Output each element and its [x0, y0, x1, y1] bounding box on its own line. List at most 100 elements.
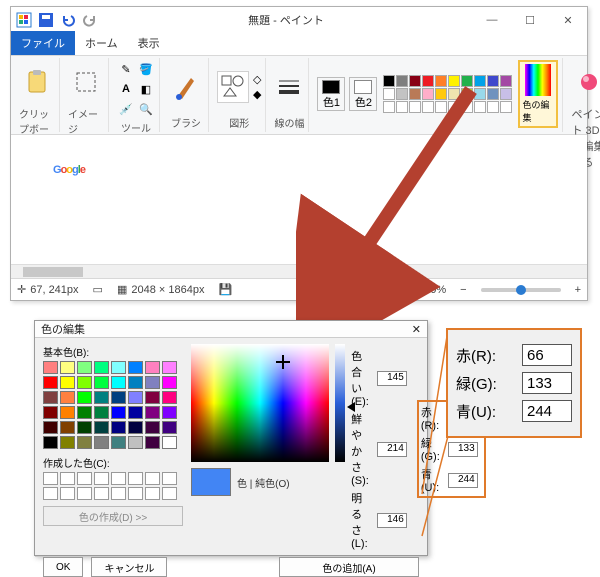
basic-swatch[interactable]	[145, 376, 160, 389]
palette-swatch[interactable]	[422, 88, 434, 100]
basic-swatch[interactable]	[94, 436, 109, 449]
custom-swatch[interactable]	[94, 472, 109, 485]
palette-swatch[interactable]	[487, 75, 499, 87]
text-icon[interactable]: A	[117, 80, 135, 98]
palette-swatch[interactable]	[461, 75, 473, 87]
basic-swatch[interactable]	[77, 376, 92, 389]
color2-button[interactable]: 色2	[349, 77, 377, 111]
basic-swatch[interactable]	[94, 391, 109, 404]
custom-swatch[interactable]	[94, 487, 109, 500]
basic-swatch[interactable]	[162, 391, 177, 404]
basic-swatch[interactable]	[43, 436, 58, 449]
palette-swatch[interactable]	[487, 88, 499, 100]
stroke-width-button[interactable]	[274, 65, 304, 109]
magnifier-icon[interactable]: 🔍	[137, 100, 155, 118]
basic-swatch[interactable]	[60, 436, 75, 449]
palette-swatch[interactable]	[487, 101, 499, 113]
basic-swatch[interactable]	[60, 421, 75, 434]
zoom-in-button[interactable]: +	[575, 284, 581, 296]
basic-swatch[interactable]	[162, 361, 177, 374]
basic-swatch[interactable]	[43, 406, 58, 419]
basic-swatch[interactable]	[111, 376, 126, 389]
basic-swatch[interactable]	[145, 361, 160, 374]
palette-swatch[interactable]	[422, 75, 434, 87]
basic-swatch[interactable]	[94, 406, 109, 419]
basic-swatch[interactable]	[145, 421, 160, 434]
basic-swatch[interactable]	[162, 421, 177, 434]
custom-swatch[interactable]	[60, 487, 75, 500]
palette-swatch[interactable]	[474, 75, 486, 87]
basic-swatch[interactable]	[77, 436, 92, 449]
basic-swatch[interactable]	[60, 406, 75, 419]
custom-swatch[interactable]	[145, 487, 160, 500]
basic-swatch[interactable]	[43, 361, 58, 374]
custom-swatch[interactable]	[162, 472, 177, 485]
custom-swatch[interactable]	[111, 472, 126, 485]
edit-colors-button[interactable]: 色の編集	[518, 60, 558, 128]
fill-button[interactable]: ◆	[253, 88, 261, 101]
dialog-close-icon[interactable]: ✕	[412, 323, 421, 336]
paste-button[interactable]	[19, 60, 55, 104]
cancel-button[interactable]: キャンセル	[91, 557, 167, 577]
tab-file[interactable]: ファイル	[11, 31, 75, 55]
pencil-icon[interactable]: ✎	[117, 60, 135, 78]
redo-icon[interactable]	[81, 11, 99, 29]
custom-swatch[interactable]	[43, 472, 58, 485]
custom-swatch[interactable]	[60, 472, 75, 485]
basic-swatch[interactable]	[77, 391, 92, 404]
palette-swatch[interactable]	[435, 88, 447, 100]
palette-swatch[interactable]	[448, 75, 460, 87]
basic-swatch[interactable]	[162, 376, 177, 389]
basic-swatch[interactable]	[43, 376, 58, 389]
palette-swatch[interactable]	[409, 101, 421, 113]
basic-swatch[interactable]	[111, 436, 126, 449]
basic-swatch[interactable]	[128, 361, 143, 374]
basic-swatch[interactable]	[128, 391, 143, 404]
basic-swatch[interactable]	[162, 436, 177, 449]
custom-swatch[interactable]	[145, 472, 160, 485]
lum-input[interactable]: 146	[377, 513, 407, 528]
green-input[interactable]: 133	[448, 442, 478, 457]
palette-swatch[interactable]	[435, 75, 447, 87]
basic-swatch[interactable]	[128, 421, 143, 434]
outline-button[interactable]: ◇	[253, 73, 261, 86]
basic-swatch[interactable]	[145, 436, 160, 449]
eraser-icon[interactable]: ◧	[137, 80, 155, 98]
select-button[interactable]	[68, 60, 104, 104]
palette-swatch[interactable]	[474, 101, 486, 113]
palette-swatch[interactable]	[383, 101, 395, 113]
basic-swatch[interactable]	[162, 406, 177, 419]
basic-swatch[interactable]	[60, 376, 75, 389]
basic-swatch[interactable]	[128, 376, 143, 389]
palette-swatch[interactable]	[396, 101, 408, 113]
basic-swatch[interactable]	[43, 391, 58, 404]
basic-swatch[interactable]	[128, 406, 143, 419]
palette-swatch[interactable]	[500, 75, 512, 87]
basic-swatch[interactable]	[128, 436, 143, 449]
save-icon[interactable]	[37, 11, 55, 29]
basic-swatch[interactable]	[77, 421, 92, 434]
color1-button[interactable]: 色1	[317, 77, 345, 111]
shapes-gallery[interactable]	[217, 71, 249, 103]
undo-icon[interactable]	[59, 11, 77, 29]
palette-swatch[interactable]	[448, 101, 460, 113]
custom-swatch[interactable]	[77, 472, 92, 485]
palette-swatch[interactable]	[396, 88, 408, 100]
palette-swatch[interactable]	[409, 88, 421, 100]
hue-input[interactable]: 145	[377, 371, 407, 386]
basic-swatch[interactable]	[94, 421, 109, 434]
blue-input[interactable]: 244	[448, 473, 478, 488]
palette-swatch[interactable]	[461, 101, 473, 113]
custom-swatch[interactable]	[128, 472, 143, 485]
tab-home[interactable]: ホーム	[75, 31, 128, 55]
palette-swatch[interactable]	[500, 88, 512, 100]
basic-swatch[interactable]	[60, 391, 75, 404]
tab-view[interactable]: 表示	[128, 31, 170, 55]
canvas[interactable]: Google	[11, 135, 587, 264]
basic-swatch[interactable]	[111, 406, 126, 419]
basic-swatch[interactable]	[111, 361, 126, 374]
minimize-button[interactable]: —	[473, 7, 511, 33]
luminance-slider[interactable]	[335, 344, 345, 462]
custom-swatch[interactable]	[128, 487, 143, 500]
basic-swatch[interactable]	[77, 406, 92, 419]
